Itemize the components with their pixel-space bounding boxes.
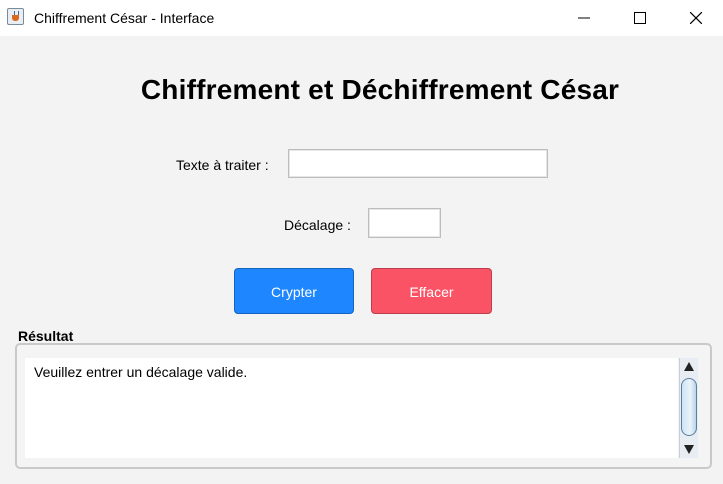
maximize-button[interactable] bbox=[617, 0, 663, 36]
shift-input[interactable] bbox=[368, 208, 441, 238]
scroll-thumb[interactable] bbox=[681, 378, 697, 436]
maximize-icon bbox=[634, 12, 646, 24]
scroll-up-icon[interactable] bbox=[682, 360, 696, 374]
result-label: Résultat bbox=[18, 328, 74, 344]
crypt-button[interactable]: Crypter bbox=[234, 268, 354, 314]
result-text: Veuillez entrer un décalage valide. bbox=[34, 364, 248, 380]
text-label: Texte à traiter : bbox=[176, 157, 269, 173]
shift-label: Décalage : bbox=[284, 217, 351, 233]
result-textarea[interactable]: Veuillez entrer un décalage valide. bbox=[25, 358, 678, 458]
window-title: Chiffrement César - Interface bbox=[34, 10, 215, 26]
text-input[interactable] bbox=[288, 149, 548, 178]
close-icon bbox=[690, 12, 702, 24]
result-scrollbar[interactable] bbox=[679, 358, 698, 458]
close-button[interactable] bbox=[673, 0, 719, 36]
clear-button[interactable]: Effacer bbox=[371, 268, 492, 314]
title-bar[interactable]: Chiffrement César - Interface bbox=[0, 0, 723, 36]
minimize-button[interactable] bbox=[561, 0, 607, 36]
scroll-down-icon[interactable] bbox=[682, 442, 696, 456]
page-title: Chiffrement et Déchiffrement César bbox=[140, 74, 620, 105]
java-app-icon bbox=[7, 8, 24, 25]
minimize-icon bbox=[578, 17, 590, 19]
